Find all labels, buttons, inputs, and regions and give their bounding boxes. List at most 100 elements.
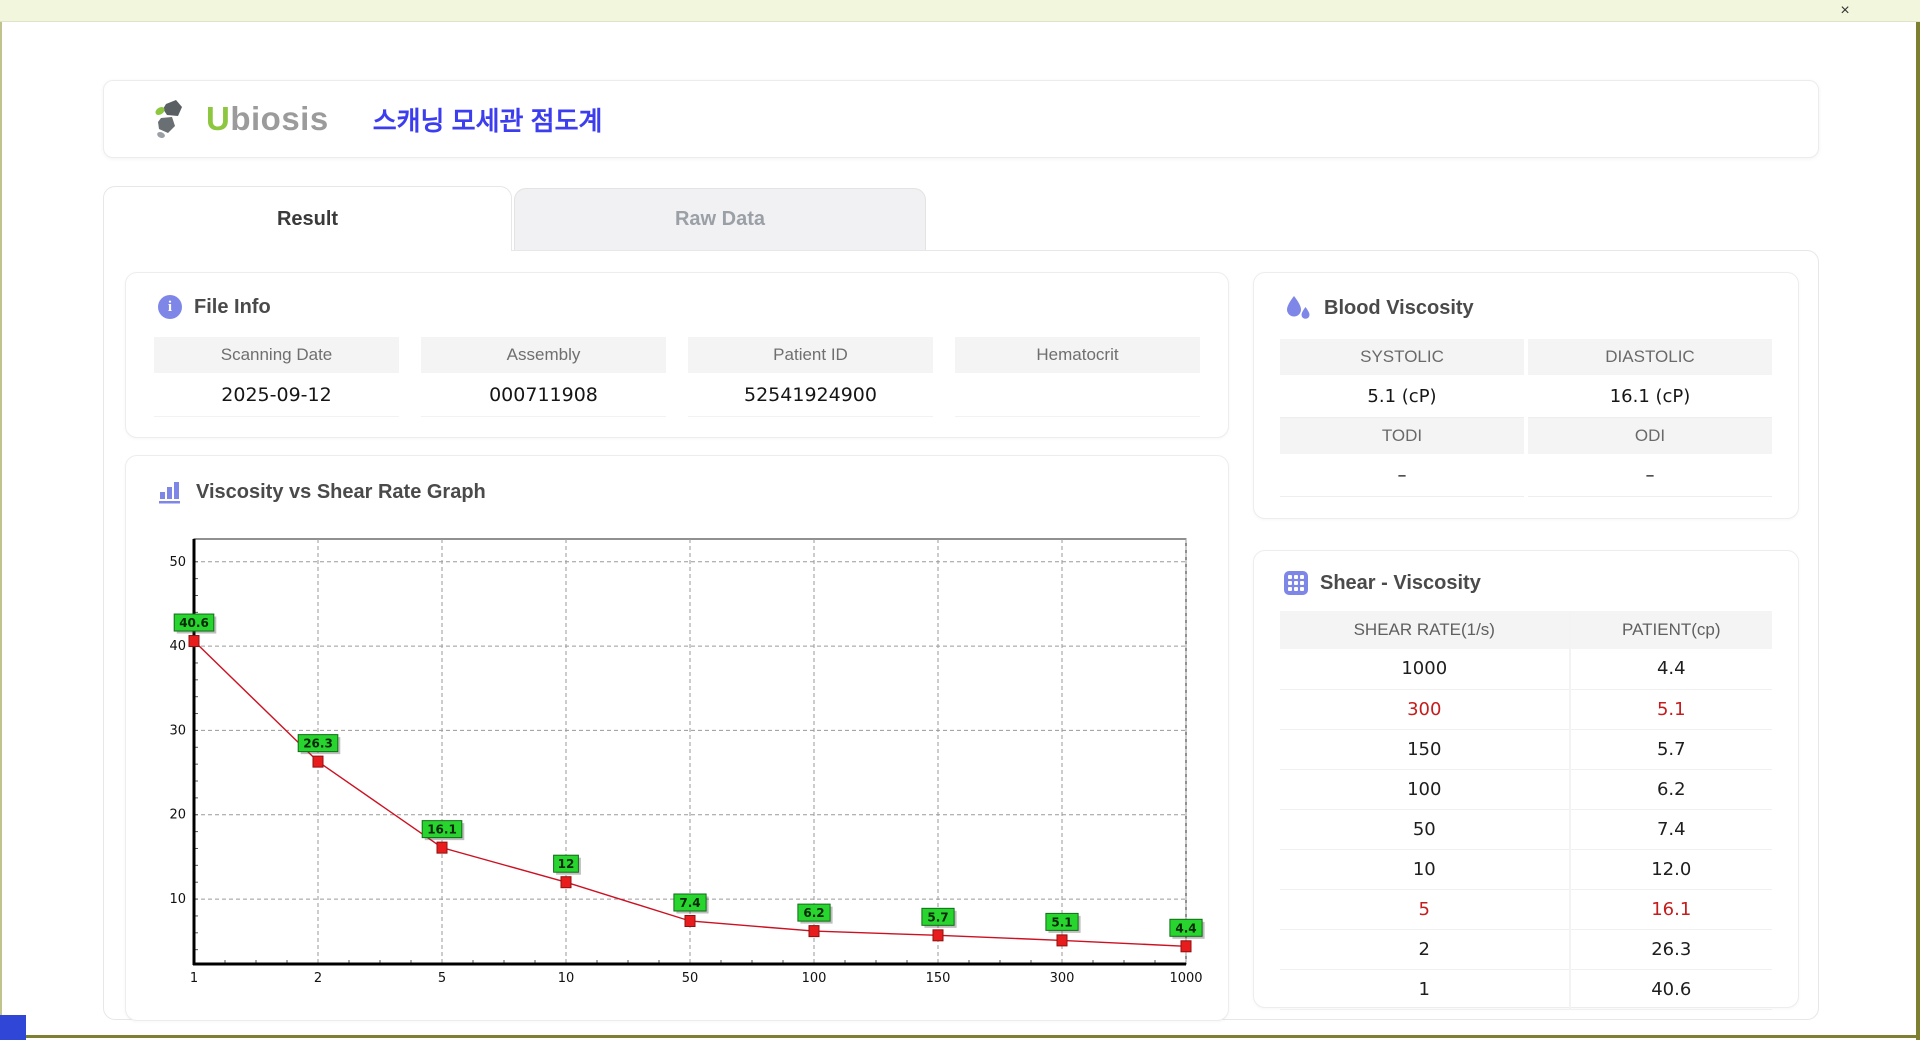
window-frame-right <box>1916 0 1920 1040</box>
file-info-field: Assembly 000711908 <box>421 337 666 417</box>
data-point-label: 12 <box>558 857 575 871</box>
shear-table-row: 1000 4.4 <box>1280 649 1772 690</box>
data-point-label: 16.1 <box>427 823 457 837</box>
patient-cp-cell: 16.1 <box>1568 889 1772 930</box>
file-info-field: Scanning Date 2025-09-12 <box>154 337 399 417</box>
bv-header-cell: TODI <box>1280 418 1524 454</box>
y-tick-label: 10 <box>169 892 186 907</box>
brand-text: Ubiosis <box>206 100 329 138</box>
shear-rate-cell: 2 <box>1280 929 1570 970</box>
blood-viscosity-title: Blood Viscosity <box>1324 296 1474 319</box>
y-tick-label: 30 <box>169 723 186 738</box>
shear-rate-cell: 5 <box>1280 889 1570 930</box>
app-subtitle: 스캐닝 모세관 점도계 <box>372 105 603 136</box>
shear-rate-cell: 1 <box>1280 969 1570 1010</box>
header-card: Ubiosis 스캐닝 모세관 점도계 <box>103 80 1819 158</box>
x-tick-label: 1000 <box>1169 971 1202 986</box>
data-point-marker <box>1056 934 1068 947</box>
x-tick-label: 300 <box>1050 971 1075 986</box>
bv-value-cell: – <box>1280 454 1524 497</box>
patient-cp-cell: 40.6 <box>1568 969 1772 1010</box>
graph-title: Viscosity vs Shear Rate Graph <box>196 480 486 503</box>
field-label: Scanning Date <box>154 337 399 373</box>
data-point-marker <box>436 841 448 854</box>
data-point-marker <box>312 755 324 768</box>
window-frame-left <box>0 0 2 1040</box>
data-point-label: 40.6 <box>179 616 209 630</box>
field-value <box>955 373 1200 417</box>
shear-rate-cell: 150 <box>1280 729 1570 770</box>
blood-viscosity-card: Blood Viscosity SYSTOLIC DIASTOLIC 5.1 (cP… <box>1253 272 1799 519</box>
patient-cp-cell: 4.4 <box>1568 649 1772 690</box>
field-label: Hematocrit <box>955 337 1200 373</box>
graph-title-row: Viscosity vs Shear Rate Graph <box>126 456 1228 504</box>
shear-viscosity-table: SHEAR RATE(1/s) PATIENT(cp) 1000 4.4 300 5.… <box>1280 611 1772 1010</box>
shear-table-header-row: SHEAR RATE(1/s) PATIENT(cp) <box>1280 611 1772 649</box>
window-frame-bottom <box>0 1035 1920 1038</box>
shear-table-row: 100 6.2 <box>1280 769 1772 810</box>
data-point-marker <box>808 925 820 938</box>
graph-card: Viscosity vs Shear Rate Graph 10 20 30 40 50… <box>125 455 1229 1021</box>
file-info-fields: Scanning Date 2025-09-12 Assembly 000711908… <box>154 337 1200 417</box>
blood-viscosity-title-row: Blood Viscosity <box>1254 273 1798 321</box>
x-tick-label: 100 <box>802 971 827 986</box>
shear-table-row: 5 16.1 <box>1280 889 1772 930</box>
shear-rate-cell: 10 <box>1280 849 1570 890</box>
file-info-title: File Info <box>194 295 271 318</box>
x-tick-label: 50 <box>682 971 699 986</box>
data-point-label: 26.3 <box>303 737 333 751</box>
droplets-icon <box>1287 296 1310 319</box>
viscosity-chart: 10 20 30 40 50 1 2 5 10 50 100 150 300 1000 40.6 26.3 16… <box>161 526 1205 996</box>
data-point-label: 5.7 <box>927 910 948 924</box>
patient-column-header: PATIENT(cp) <box>1568 611 1772 649</box>
x-tick-label: 150 <box>926 971 951 986</box>
data-point-label: 7.4 <box>679 896 700 910</box>
shear-table-row: 1 40.6 <box>1280 969 1772 1010</box>
patient-cp-cell: 26.3 <box>1568 929 1772 970</box>
tab-raw-data[interactable]: Raw Data <box>514 188 926 250</box>
patient-cp-cell: 12.0 <box>1568 849 1772 890</box>
brand: Ubiosis <box>152 98 329 140</box>
data-point-marker <box>1180 940 1192 953</box>
bar-chart-icon <box>159 482 180 504</box>
y-tick-label: 20 <box>169 808 186 823</box>
file-info-field: Hematocrit <box>955 337 1200 417</box>
tab-result[interactable]: Result <box>103 186 512 251</box>
patient-cp-cell: 5.1 <box>1568 689 1772 730</box>
bv-header-cell: ODI <box>1528 418 1772 454</box>
bv-value-cell: 5.1 (cP) <box>1280 375 1524 418</box>
patient-cp-cell: 5.7 <box>1568 729 1772 770</box>
y-tick-label: 40 <box>169 639 186 654</box>
field-label: Assembly <box>421 337 666 373</box>
bv-value-cell: 16.1 (cP) <box>1528 375 1772 418</box>
data-point-label: 4.4 <box>1175 921 1196 935</box>
bv-value-cell: – <box>1528 454 1772 497</box>
x-tick-label: 1 <box>190 971 198 986</box>
ubiosis-logo-icon <box>155 100 182 138</box>
file-info-title-row: i File Info <box>126 273 1228 319</box>
window-titlebar: × <box>0 0 1920 22</box>
shear-rate-cell: 1000 <box>1280 649 1570 690</box>
patient-cp-cell: 7.4 <box>1568 809 1772 850</box>
info-icon: i <box>158 295 182 319</box>
data-point-marker <box>560 876 572 889</box>
viscosity-chart-svg: 10203040501 2 5 10 50 100 150 300 100040.626.316… <box>169 538 1205 986</box>
x-tick-label: 5 <box>438 971 446 986</box>
patient-cp-cell: 6.2 <box>1568 769 1772 810</box>
bv-header-cell: DIASTOLIC <box>1528 339 1772 375</box>
shear-table-row: 300 5.1 <box>1280 689 1772 730</box>
data-point-marker <box>684 914 696 927</box>
field-label: Patient ID <box>688 337 933 373</box>
bv-header-cell: SYSTOLIC <box>1280 339 1524 375</box>
shear-table-row: 150 5.7 <box>1280 729 1772 770</box>
field-value: 2025-09-12 <box>154 373 399 417</box>
x-tick-label: 2 <box>314 971 322 986</box>
shear-rate-column-header: SHEAR RATE(1/s) <box>1280 611 1570 649</box>
shear-viscosity-card: Shear - Viscosity SHEAR RATE(1/s) PATIEN… <box>1253 550 1799 1010</box>
data-point-marker <box>188 635 200 648</box>
shear-rate-cell: 50 <box>1280 809 1570 850</box>
close-icon[interactable]: × <box>1832 0 1858 22</box>
shear-rate-cell: 300 <box>1280 689 1570 730</box>
brand-rest: biosis <box>230 100 329 137</box>
shear-table-row: 2 26.3 <box>1280 929 1772 970</box>
